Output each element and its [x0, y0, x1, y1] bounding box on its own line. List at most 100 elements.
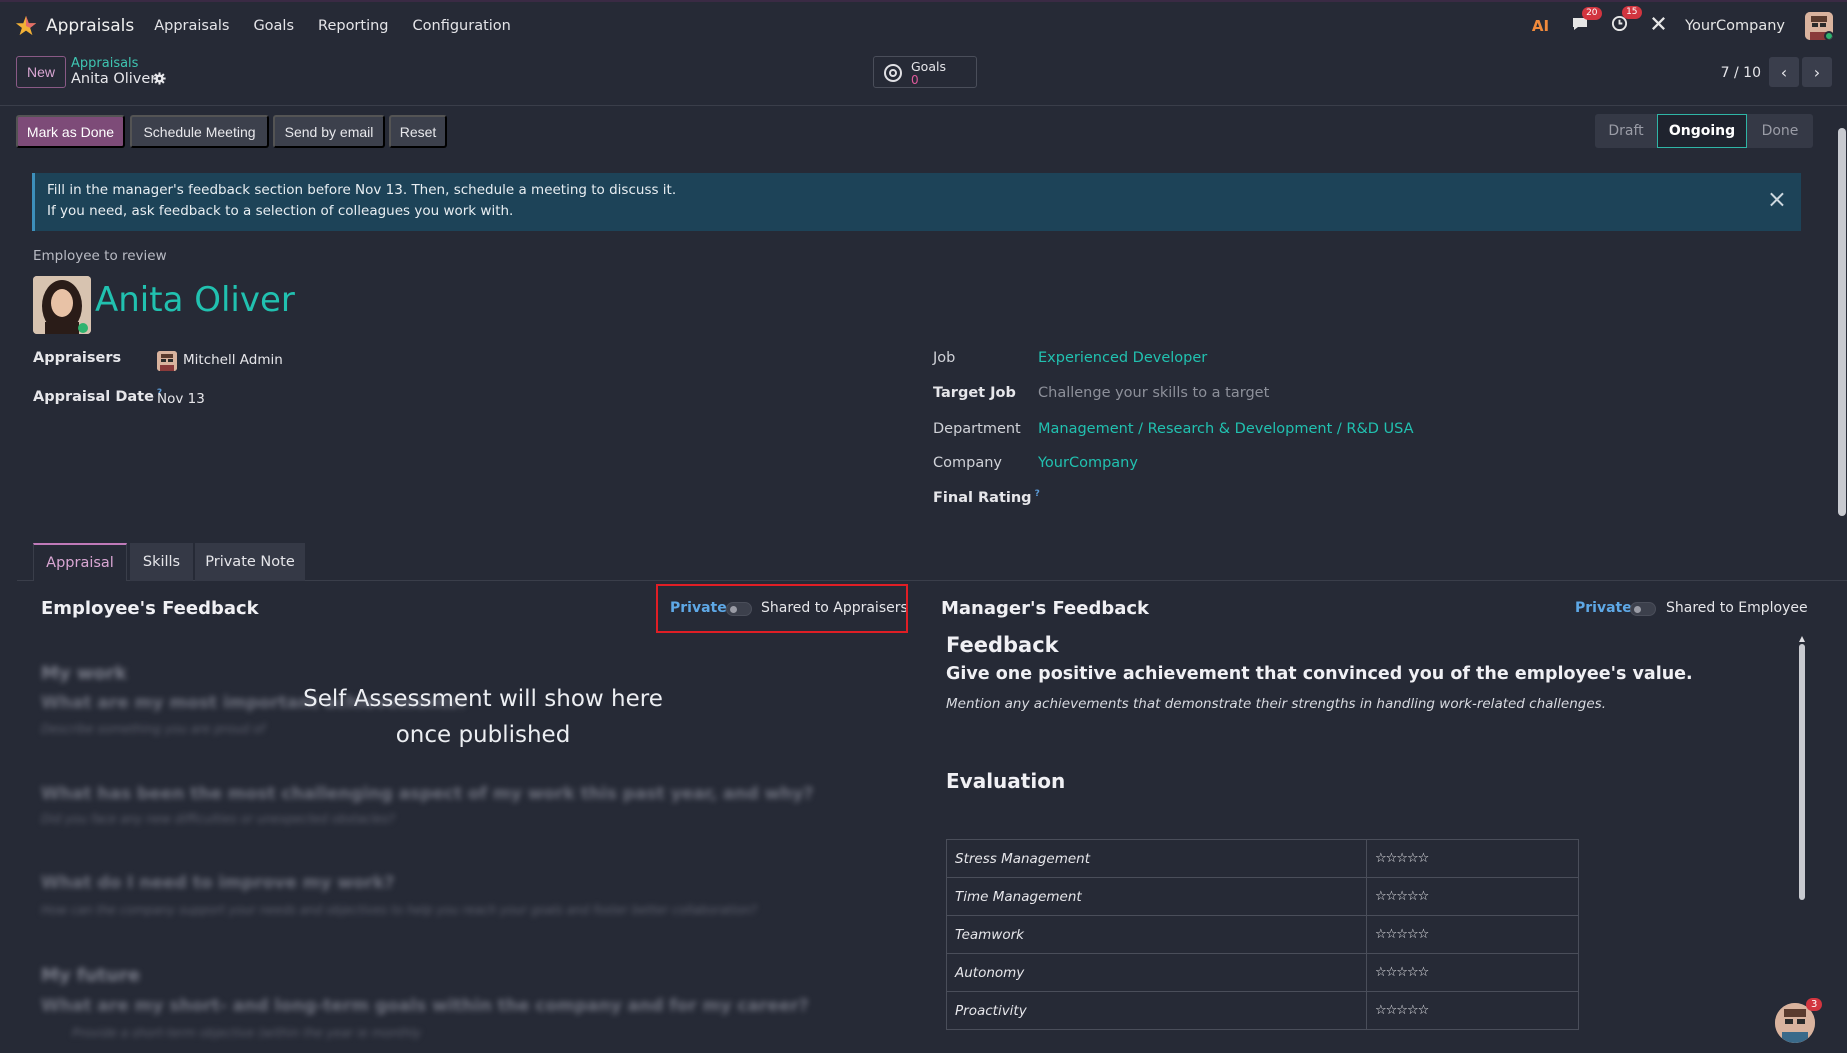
employee-to-review-label: Employee to review	[33, 248, 167, 264]
blurred-question: What do I need to improve my work?	[41, 873, 395, 893]
menu-appraisals[interactable]: Appraisals	[154, 18, 229, 34]
page-scrollbar[interactable]	[1838, 128, 1846, 516]
appraisals-star-icon[interactable]	[14, 14, 38, 38]
blurred-subtext: Provide a short-term objective (within t…	[72, 1026, 422, 1040]
evaluation-heading[interactable]: Evaluation	[946, 769, 1065, 793]
blurred-subtext: Did you face any new difficulties or une…	[41, 812, 395, 826]
manager-feedback-toggle[interactable]	[1630, 602, 1656, 616]
tab-skills[interactable]: Skills	[130, 543, 193, 581]
department-value[interactable]: Management / Research & Development / R&…	[1038, 421, 1414, 437]
alert-line-2: If you need, ask feedback to a selection…	[47, 203, 514, 219]
star-rating[interactable]: ☆☆☆☆☆	[1366, 877, 1579, 916]
gear-icon[interactable]	[153, 72, 166, 89]
activities-badge: 15	[1622, 6, 1642, 19]
goals-count: 0	[911, 73, 919, 87]
messages-icon[interactable]: 20	[1571, 6, 1602, 37]
chevron-left-icon[interactable]: ‹	[1769, 57, 1799, 87]
feedback-scrollbar-thumb[interactable]	[1799, 644, 1805, 900]
manager-feedback-shared-label[interactable]: Shared to Employee	[1666, 600, 1808, 616]
department-label: Department	[933, 421, 1021, 437]
breadcrumb-current: Anita Oliver	[71, 71, 157, 87]
tab-appraisal[interactable]: Appraisal	[33, 543, 127, 581]
feedback-hint[interactable]: Mention any achievements that demonstrat…	[946, 696, 1606, 712]
status-draft[interactable]: Draft	[1595, 114, 1657, 148]
company-label: Company	[933, 455, 1002, 471]
status-done[interactable]: Done	[1747, 114, 1813, 148]
blurred-question: What has been the most challenging aspec…	[41, 784, 814, 804]
final-rating-label: Final Rating?	[933, 489, 1040, 506]
table-row: Teamwork ☆☆☆☆☆	[946, 915, 1579, 954]
job-label: Job	[933, 350, 956, 366]
top-navbar: Appraisals Appraisals Goals Reporting Co…	[0, 0, 1847, 50]
star-rating[interactable]: ☆☆☆☆☆	[1366, 991, 1579, 1030]
mark-as-done-button[interactable]: Mark as Done	[16, 115, 125, 148]
employee-name[interactable]: Anita Oliver	[95, 280, 295, 320]
close-icon[interactable]: ×	[1767, 187, 1787, 211]
tab-private-note[interactable]: Private Note	[195, 543, 305, 581]
send-by-email-button[interactable]: Send by email	[273, 115, 385, 148]
info-alert: Fill in the manager's feedback section b…	[32, 173, 1801, 231]
appraisal-date-label: Appraisal Date?	[33, 388, 163, 405]
employee-feedback-title: Employee's Feedback	[41, 598, 259, 619]
schedule-meeting-button[interactable]: Schedule Meeting	[130, 115, 269, 148]
star-rating[interactable]: ☆☆☆☆☆	[1366, 953, 1579, 992]
highlight-box	[656, 584, 908, 633]
feedback-heading[interactable]: Feedback	[946, 633, 1059, 657]
table-row: Stress Management ☆☆☆☆☆	[946, 839, 1579, 878]
tools-icon[interactable]	[1650, 15, 1667, 37]
blurred-subtext: Describe something you are proud of	[41, 722, 265, 736]
table-row: Autonomy ☆☆☆☆☆	[946, 953, 1579, 992]
blurred-heading: My work	[41, 663, 127, 684]
menu-reporting[interactable]: Reporting	[318, 18, 389, 34]
self-assessment-overlay: Self Assessment will show here once publ…	[283, 681, 683, 753]
app-name[interactable]: Appraisals	[46, 16, 134, 36]
table-row: Time Management ☆☆☆☆☆	[946, 877, 1579, 916]
star-rating[interactable]: ☆☆☆☆☆	[1366, 915, 1579, 954]
blurred-question: What are my short- and long-term goals w…	[41, 996, 809, 1016]
messages-badge: 20	[1582, 6, 1602, 20]
appraiser-avatar	[157, 351, 177, 371]
criterion-label[interactable]: Stress Management	[946, 839, 1367, 878]
menu-goals[interactable]: Goals	[253, 18, 294, 34]
alert-line-1: Fill in the manager's feedback section b…	[47, 182, 677, 198]
criterion-label[interactable]: Proactivity	[946, 991, 1367, 1030]
new-button[interactable]: New	[16, 56, 66, 88]
overlay-line-2: once published	[395, 722, 571, 748]
evaluation-table: Stress Management ☆☆☆☆☆ Time Management …	[946, 839, 1579, 1030]
user-avatar[interactable]	[1805, 12, 1833, 40]
help-icon[interactable]: ?	[1035, 489, 1040, 499]
goals-label: Goals	[911, 59, 946, 74]
status-ongoing[interactable]: Ongoing	[1657, 114, 1747, 148]
company-value[interactable]: YourCompany	[1038, 455, 1138, 471]
job-value[interactable]: Experienced Developer	[1038, 350, 1207, 366]
pager-value[interactable]: 7 / 10	[1721, 65, 1761, 81]
target-icon	[884, 64, 902, 82]
appraisers-value[interactable]: Mitchell Admin	[183, 352, 283, 368]
manager-feedback-title: Manager's Feedback	[941, 598, 1150, 619]
form-action-bar: Mark as Done Schedule Meeting Send by em…	[0, 107, 1847, 157]
target-job-label: Target Job	[933, 385, 1016, 401]
criterion-label[interactable]: Time Management	[946, 877, 1367, 916]
star-rating[interactable]: ☆☆☆☆☆	[1366, 839, 1579, 878]
feedback-question[interactable]: Give one positive achievement that convi…	[946, 664, 1693, 684]
target-job-input[interactable]: Challenge your skills to a target	[1038, 385, 1269, 401]
control-panel: New Appraisals Anita Oliver Goals 0 7 / …	[0, 50, 1847, 106]
goals-smart-button[interactable]: Goals 0	[873, 56, 977, 88]
employee-avatar[interactable]	[33, 276, 91, 334]
appraisers-label: Appraisers	[33, 350, 122, 366]
manager-feedback-private-label[interactable]: Private	[1575, 600, 1632, 616]
criterion-label[interactable]: Teamwork	[946, 915, 1367, 954]
reset-button[interactable]: Reset	[389, 115, 447, 148]
company-switcher[interactable]: YourCompany	[1685, 18, 1785, 34]
criterion-label[interactable]: Autonomy	[946, 953, 1367, 992]
breadcrumb-parent[interactable]: Appraisals	[71, 56, 138, 71]
blurred-subtext: How can the company support your needs a…	[41, 903, 757, 917]
activities-clock-icon[interactable]: 15	[1611, 6, 1642, 37]
appraisal-date-value[interactable]: Nov 13	[157, 391, 205, 407]
overlay-line-1: Self Assessment will show here	[303, 686, 663, 712]
chevron-right-icon[interactable]: ›	[1802, 57, 1832, 87]
form-tabs: Appraisal Skills Private Note	[17, 543, 1847, 581]
blurred-heading: My future	[41, 965, 141, 986]
menu-configuration[interactable]: Configuration	[413, 18, 511, 34]
ai-icon[interactable]: AI	[1532, 17, 1549, 35]
